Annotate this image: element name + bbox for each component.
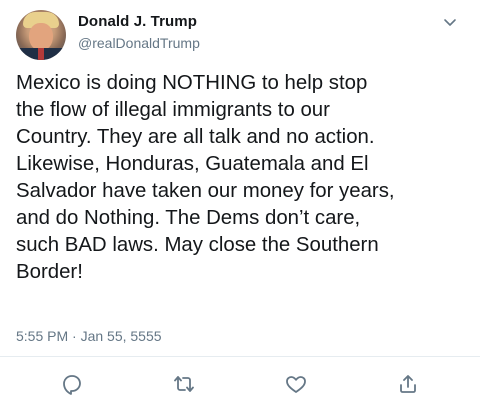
heart-icon[interactable] bbox=[284, 372, 308, 396]
chevron-down-icon[interactable] bbox=[442, 14, 458, 30]
tweet-timestamp[interactable]: 5:55 PM · Jan 55, 5555 bbox=[16, 328, 162, 344]
comment-icon[interactable] bbox=[60, 372, 84, 396]
share-icon[interactable] bbox=[396, 372, 420, 396]
tweet-text: Mexico is doing NOTHING to help stop the… bbox=[16, 72, 395, 283]
avatar-tie bbox=[38, 48, 44, 60]
divider bbox=[0, 356, 480, 357]
retweet-icon[interactable] bbox=[172, 372, 196, 396]
avatar-face bbox=[29, 23, 53, 51]
user-handle[interactable]: @realDonaldTrump bbox=[78, 35, 200, 51]
action-bar bbox=[0, 372, 480, 396]
display-name[interactable]: Donald J. Trump bbox=[78, 13, 197, 30]
avatar[interactable] bbox=[16, 10, 66, 60]
tweet-card: Donald J. Trump @realDonaldTrump Mexico … bbox=[0, 0, 480, 410]
